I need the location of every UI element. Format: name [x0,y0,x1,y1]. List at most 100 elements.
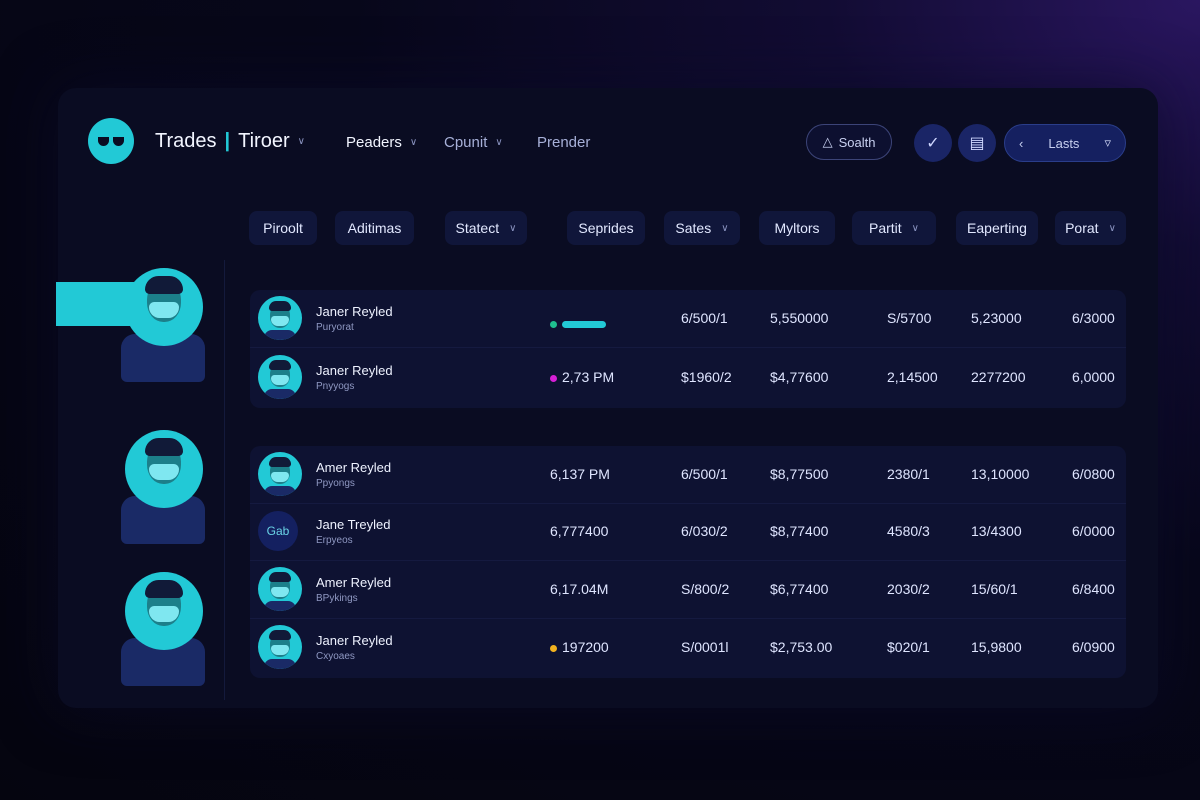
row-subtitle: Pnyyogs [316,381,355,392]
sidebar-avatar[interactable] [121,430,205,544]
logo-eye-icon [113,136,124,146]
filter-chip-myltors[interactable]: Myltors [759,211,835,245]
cell-value: $1960/2 [681,369,732,385]
avatar-hair [145,276,183,294]
cell-value: $8,77500 [770,466,829,482]
nav-prender[interactable]: Prender [537,134,590,151]
filter-chip-statect[interactable]: Statect ∨ [445,211,527,245]
nav-label: Peaders [346,134,402,151]
face-mask-icon [149,606,179,622]
row-subtitle: BPykings [316,593,358,604]
status-bar [562,320,606,328]
row-subtitle: Puryorat [316,322,354,333]
chevron-left-icon: ‹ [1019,135,1024,151]
row-subtitle: Cxyoaes [316,651,355,662]
cell-value: 6/0900 [1072,639,1115,655]
logo-eye-icon [98,136,109,146]
filter-chip-sates[interactable]: Sates ∨ [664,211,740,245]
row-name: Jane Treyled [316,517,391,532]
cell-value: 6/8400 [1072,581,1115,597]
face-mask-icon [271,472,289,482]
chevron-down-icon: ∨ [1108,222,1116,234]
cell-value: 5,550000 [770,310,829,326]
row-name: Amer Reyled [316,575,392,590]
sidebar-avatar[interactable] [121,572,205,686]
avatar [258,567,302,611]
avatar-hair [145,438,183,456]
filter-label: Porat [1065,220,1099,236]
status-indicator: 197200 [550,639,609,655]
filter-label: Myltors [774,220,820,236]
lasts-label: Lasts [1048,135,1080,151]
face-mask-icon [149,464,179,480]
cell-value: $020/1 [887,639,930,655]
chevron-down-icon: ∨ [297,136,305,147]
table-row[interactable]: Amer Reyled BPykings 6,17.04M S/800/2 $6… [250,561,1126,619]
avatar-hair [145,580,183,598]
chevron-down-icon: ∨ [409,137,418,148]
brand-logo[interactable] [88,118,134,164]
bell-icon: △ [822,134,833,149]
status-indicator: 2,73 PM [550,369,614,385]
brand-title[interactable]: Trades | Tiroer ∨ [155,130,305,153]
brand-left: Trades [155,130,217,152]
filter-chip-eaperting[interactable]: Eaperting [956,211,1038,245]
status-indicator [550,315,606,331]
table-row[interactable]: Amer Reyled Ppyongs 6,137 PM 6/500/1 $8,… [250,446,1126,504]
status-text: 6,17.04M [550,581,609,597]
nav-label: Prender [537,134,591,151]
table-row[interactable]: Janer Reyled Puryorat 6/500/1 5,550000 S… [250,290,1126,348]
avatar-head [125,430,203,508]
filter-chip-aditimas[interactable]: Aditimas [335,211,414,245]
cell-value: 6/030/2 [681,523,728,539]
nav-cpunit[interactable]: Cpunit ∨ [444,134,503,151]
filter-label: Seprides [578,220,634,236]
cell-value: 2,14500 [887,369,938,385]
chevron-down-icon: ∨ [721,222,729,234]
filter-label: Sates [675,220,712,236]
filter-label: Piroolt [263,220,303,236]
cell-value: 5,23000 [971,310,1022,326]
nav-label: Cpunit [444,134,488,151]
filter-label: Eaperting [967,220,1027,236]
avatar-head [125,268,203,346]
table-row[interactable]: Janer Reyled Pnyyogs 2,73 PM $1960/2 $4,… [250,349,1126,407]
sidebar-divider [224,260,225,700]
cell-value: $8,77400 [770,523,829,539]
filter-chip-porat[interactable]: Porat ∨ [1055,211,1126,245]
filter-label: Statect [455,220,500,236]
cell-value: 6/3000 [1072,310,1115,326]
chart-button[interactable]: ✓ [914,124,952,162]
avatar: Gab [258,511,298,551]
table-row[interactable]: Gab Jane Treyled Erpyeos 6,777400 6/030/… [250,503,1126,561]
avatar [258,625,302,669]
chevron-down-icon: ∨ [911,222,919,234]
cell-value: 2030/2 [887,581,930,597]
document-button[interactable]: ▤ [958,124,996,162]
sidebar-avatar[interactable] [121,268,205,382]
status-dot-icon [550,320,557,328]
cell-value: 6/500/1 [681,310,728,326]
cell-value: $2,753.00 [770,639,833,655]
search-button[interactable]: △ Soalth [806,124,892,160]
filter-chip-piroolt[interactable]: Piroolt [249,211,317,245]
face-mask-icon [271,316,289,326]
avatar [258,452,302,496]
row-name: Janer Reyled [316,633,393,648]
cell-value: S/0001l [681,639,729,655]
lasts-button[interactable]: ‹ Lasts ▿ [1004,124,1126,162]
avatar [258,355,302,399]
filter-chip-partit[interactable]: Partit ∨ [852,211,936,245]
filter-chip-seprides[interactable]: Seprides [567,211,645,245]
chevron-down-icon: ∨ [509,222,517,234]
face-mask-icon [271,375,289,385]
status-text: 197200 [562,639,609,655]
avatar [258,296,302,340]
table-row[interactable]: Janer Reyled Cxyoaes 197200 S/0001l $2,7… [250,619,1126,677]
nav-peaders[interactable]: Peaders ∨ [346,134,417,151]
cell-value: $6,77400 [770,581,829,597]
row-name: Janer Reyled [316,304,393,319]
trend-icon: ✓ [926,135,940,152]
row-subtitle: Erpyeos [316,535,353,546]
search-label: Soalth [838,134,876,150]
